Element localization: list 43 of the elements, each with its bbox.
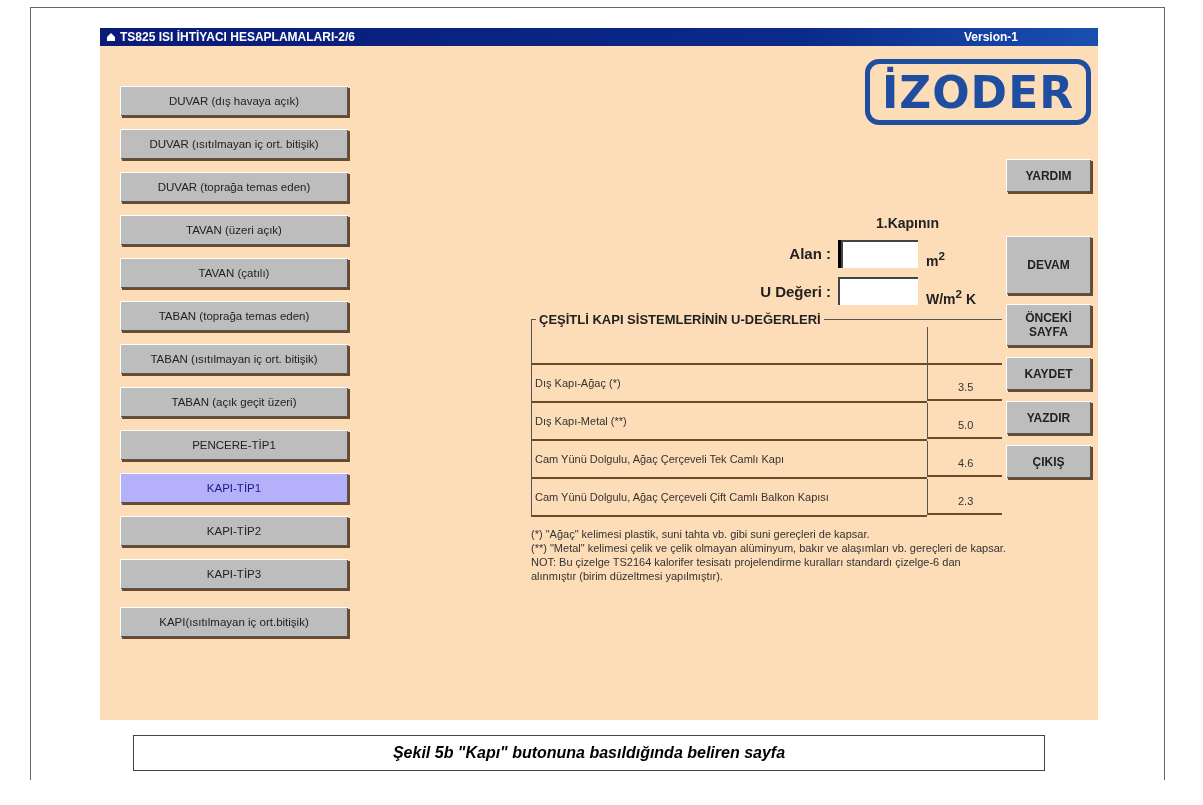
- logo: İZODER: [865, 59, 1091, 125]
- category-button[interactable]: TABAN (açık geçit üzeri): [120, 387, 348, 417]
- footnote: (*) "Ağaç" kelimesi plastik, suni tahta vb. gibi suni gereçleri de kapsar.: [531, 527, 871, 542]
- category-button[interactable]: DUVAR (dış havaya açık): [120, 86, 348, 116]
- table-cell: 5.0: [927, 403, 1002, 440]
- field-label: U Değeri :: [759, 283, 831, 300]
- form-heading: 1.Kapının: [876, 215, 940, 231]
- unit-label: m$^{2}$: [926, 249, 945, 269]
- category-button[interactable]: DUVAR (ısıtılmayan iç ort. bitişik): [120, 129, 348, 159]
- category-button[interactable]: TAVAN (çatılı): [120, 258, 348, 288]
- field-label: Alan :: [788, 245, 831, 263]
- action-button[interactable]: YAZDIR: [1006, 401, 1091, 434]
- action-button[interactable]: ÖNCEKİ SAYFA: [1006, 304, 1091, 346]
- input-field[interactable]: [838, 239, 918, 268]
- category-button[interactable]: KAPI-TİP1: [120, 473, 348, 503]
- unit-label: W/m$^{2}$ K: [926, 286, 977, 307]
- category-button[interactable]: KAPI-TİP3: [120, 559, 348, 589]
- table-cell: Cam Yünü Dolgulu, Ağaç Çerçeveli Tek Camlı Kapı: [532, 441, 927, 480]
- category-button[interactable]: TABAN (ısıtılmayan iç ort. bitişik): [120, 344, 348, 374]
- group-title: ÇEŞİTLİ KAPI SİSTEMLERİNİN U-DEĞERLERİ: [538, 312, 822, 328]
- footnote: NOT: Bu çizelge TS2164 kalorifer tesisatı projelendirme kuralları standardı çizelge-6 dan alınmıştır (birim düzeltmesi yapılmıştır).: [531, 555, 962, 584]
- version-label: Version-1: [963, 30, 1018, 44]
- footnote: (**) "Metal" kelimesi çelik ve çelik olmayan alüminyum, bakır ve alaşımları vb. gereçleri de kapsar.: [531, 541, 1006, 556]
- category-button[interactable]: TAVAN (üzeri açık): [120, 215, 348, 245]
- table-cell: Dış Kapı-Metal (**): [532, 403, 927, 442]
- input-field[interactable]: [838, 277, 918, 306]
- window-title: TS825 ISI İHTİYACI HESAPLAMALARI-2/6: [120, 30, 356, 44]
- action-button[interactable]: DEVAM: [1006, 236, 1091, 294]
- action-button[interactable]: ÇIKIŞ: [1006, 445, 1091, 478]
- table-cell: 2.3: [927, 479, 1002, 516]
- table-cell: 4.6: [927, 441, 1002, 478]
- category-button[interactable]: DUVAR (toprağa temas eden): [120, 172, 348, 202]
- app-icon: [106, 32, 116, 42]
- category-button[interactable]: KAPI-TİP2: [120, 516, 348, 546]
- category-button[interactable]: KAPI(ısıtılmayan iç ort.bitişik): [120, 607, 348, 637]
- table-cell: Dış Kapı-Ağaç (*): [532, 365, 927, 404]
- category-button[interactable]: PENCERE-TİP1: [120, 430, 348, 460]
- category-button[interactable]: TABAN (toprağa temas eden): [120, 301, 348, 331]
- table-cell: 3.5: [927, 365, 1002, 402]
- action-button[interactable]: YARDIM: [1006, 159, 1091, 192]
- action-button[interactable]: KAYDET: [1006, 357, 1091, 390]
- table-cell: Cam Yünü Dolgulu, Ağaç Çerçeveli Çift Camlı Balkon Kapısı: [532, 479, 927, 518]
- figure-caption: Şekil 5b "Kapı" butonuna basıldığında beliren sayfa: [133, 735, 1045, 771]
